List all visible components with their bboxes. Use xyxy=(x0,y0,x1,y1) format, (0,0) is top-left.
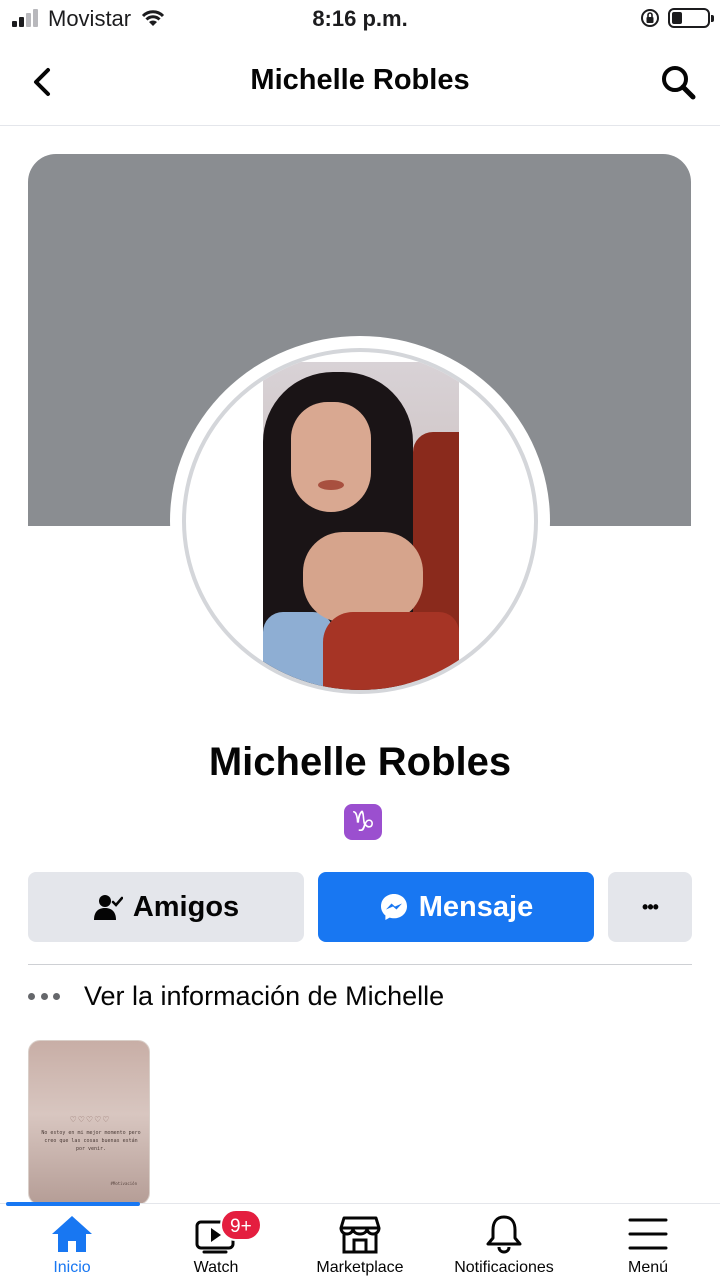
about-info-label: Ver la información de Michelle xyxy=(84,980,445,1011)
search-button[interactable] xyxy=(656,60,700,104)
tab-menu[interactable]: Menú xyxy=(576,1204,720,1280)
tab-label: Watch xyxy=(193,1259,239,1276)
search-icon xyxy=(662,66,696,100)
tab-label: Marketplace xyxy=(316,1259,404,1276)
store-icon xyxy=(288,1214,432,1256)
profile-picture[interactable] xyxy=(170,336,550,706)
tab-notificaciones[interactable]: Notificaciones xyxy=(432,1204,576,1280)
rotation-lock-icon xyxy=(640,8,660,33)
battery-icon xyxy=(668,8,714,28)
profile-header: Michelle Robles xyxy=(0,40,720,126)
profile-name: Michelle Robles xyxy=(208,740,512,784)
story-signature: #Motivación xyxy=(110,1181,138,1186)
menu-icon xyxy=(576,1214,720,1256)
more-dots-icon xyxy=(28,992,60,1000)
message-button-label: Mensaje xyxy=(418,890,534,923)
friends-button[interactable]: Amigos xyxy=(28,872,304,942)
story-text: No estoy en mi mejor momento pero creo q… xyxy=(41,1130,141,1152)
tab-watch[interactable]: Watch xyxy=(144,1204,288,1280)
avatar xyxy=(182,348,538,694)
profile-photo-image xyxy=(263,362,459,690)
tab-marketplace[interactable]: Marketplace xyxy=(288,1204,432,1280)
message-button[interactable]: Mensaje xyxy=(318,872,594,942)
friends-icon xyxy=(93,892,123,922)
notification-count-badge: 9+ xyxy=(220,1209,262,1241)
bell-icon xyxy=(432,1214,576,1256)
tab-label: Inicio xyxy=(53,1259,91,1276)
tab-inicio[interactable]: Inicio xyxy=(0,1204,144,1280)
friends-button-label: Amigos xyxy=(132,890,240,923)
story-hearts: ♡♡♡♡♡ xyxy=(69,1115,111,1124)
tab-label: Menú xyxy=(627,1259,669,1276)
bottom-tab-bar: Inicio Watch Marketplace Notificaciones … xyxy=(0,1202,720,1280)
status-bar: Movistar 8:16 p.m. xyxy=(0,0,720,40)
clock-time: 8:16 p.m. xyxy=(312,6,408,31)
messenger-icon xyxy=(379,892,409,922)
video-icon xyxy=(144,1214,288,1256)
featured-story-card[interactable]: ♡♡♡♡♡ No estoy en mi mejor momento pero … xyxy=(28,1040,150,1205)
more-options-button[interactable]: ••• xyxy=(608,872,692,942)
header-title: Michelle Robles xyxy=(250,64,470,96)
capricorn-icon: ♑ xyxy=(344,804,382,840)
tab-label: Notificaciones xyxy=(454,1259,554,1276)
home-icon xyxy=(0,1214,144,1256)
about-info-link[interactable]: Ver la información de Michelle xyxy=(28,976,692,1016)
divider xyxy=(28,964,692,965)
more-label: ••• xyxy=(642,896,659,917)
